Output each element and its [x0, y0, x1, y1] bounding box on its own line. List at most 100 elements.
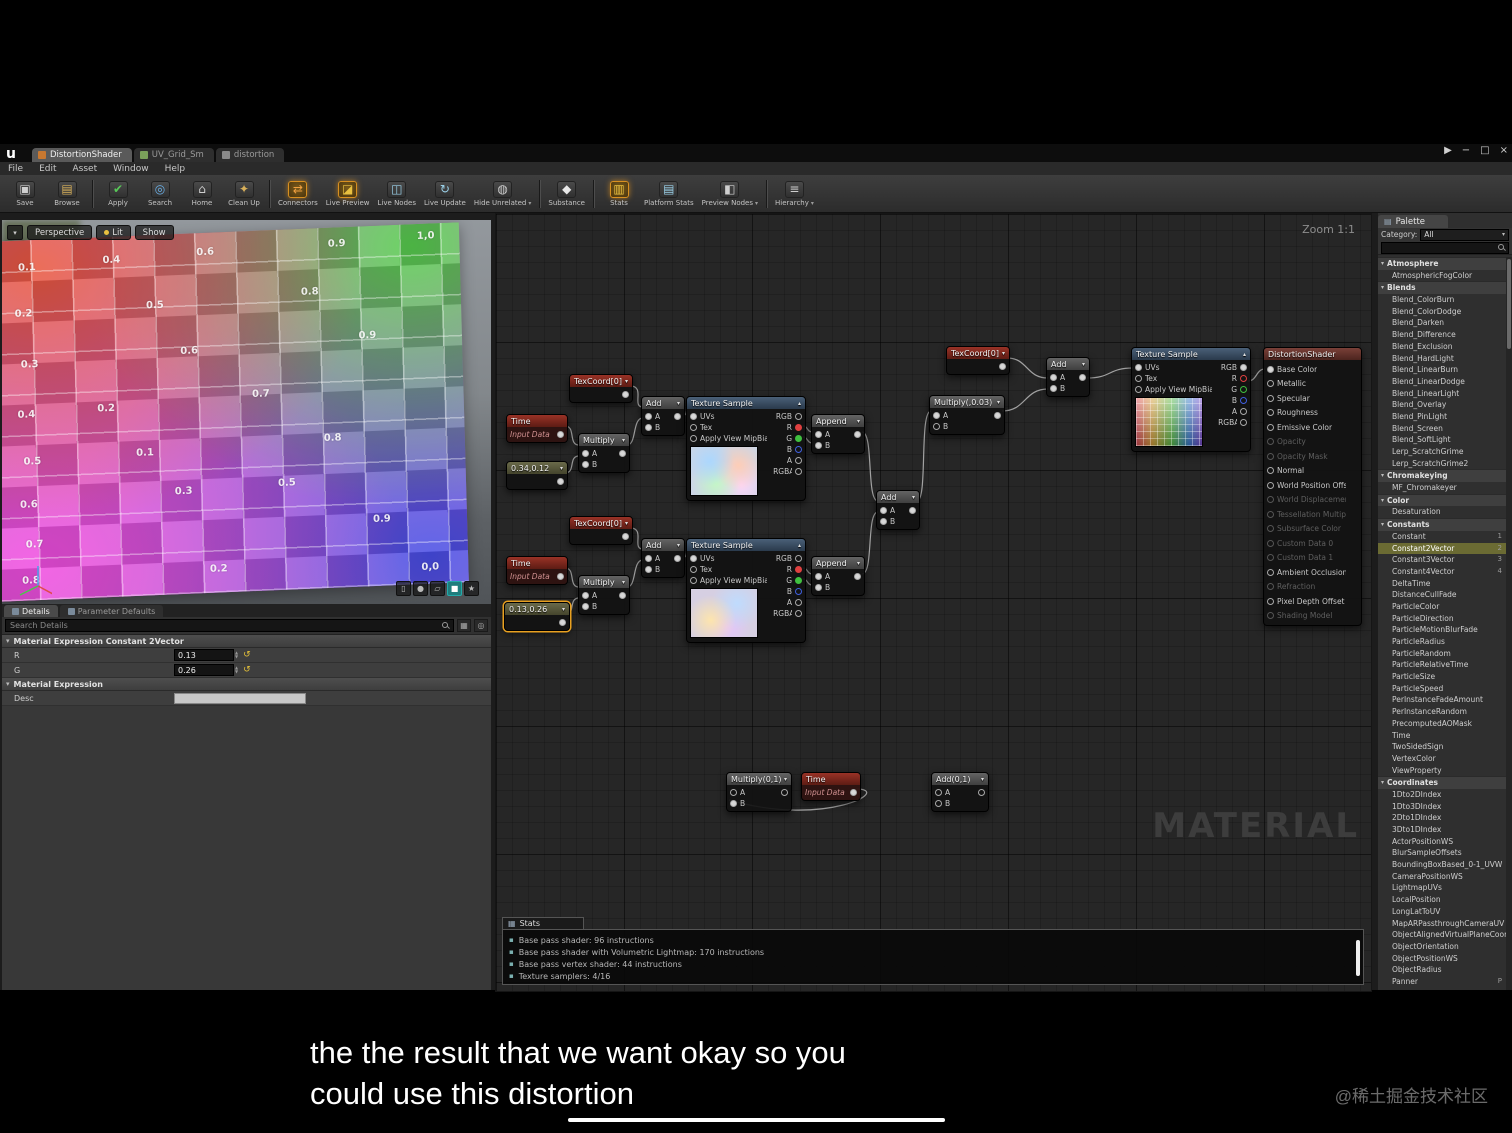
- palette-item-2dto1dindex[interactable]: 2Dto1DIndex: [1378, 812, 1506, 824]
- input-pin-subsurface-color[interactable]: [1267, 525, 1274, 533]
- collapse-icon[interactable]: ▾: [674, 542, 680, 549]
- palette-item-1dto3dindex[interactable]: 1Dto3DIndex: [1378, 801, 1506, 813]
- output-pin-out[interactable]: [674, 413, 681, 420]
- palette-item-lerp-scratchgrime[interactable]: Lerp_ScratchGrime: [1378, 446, 1506, 458]
- output-pin-a[interactable]: [1240, 408, 1247, 415]
- input-pin-opacity-mask[interactable]: [1267, 452, 1274, 460]
- palette-tab[interactable]: ▤ Palette: [1378, 215, 1448, 228]
- palette-item-constant4vector[interactable]: Constant4Vector 4: [1378, 566, 1506, 578]
- palette-item-twosidedsign[interactable]: TwoSidedSign: [1378, 741, 1506, 753]
- menu-edit[interactable]: Edit: [31, 164, 64, 174]
- palette-item-vertexcolor[interactable]: VertexColor: [1378, 753, 1506, 765]
- input-pin-a[interactable]: [582, 450, 589, 457]
- toolbar-home-button[interactable]: ⌂ Home: [181, 180, 223, 207]
- palette-item-blend-linearlight[interactable]: Blend_LinearLight: [1378, 388, 1506, 400]
- input-pin-a[interactable]: [645, 413, 652, 420]
- palette-item-blend-colordodge[interactable]: Blend_ColorDodge: [1378, 306, 1506, 318]
- toolbar-live-nodes-button[interactable]: ◫ Live Nodes: [374, 180, 420, 207]
- node-add-a[interactable]: Add ▾ A B: [641, 396, 685, 436]
- spinner-icon[interactable]: ▲ ▼: [235, 666, 238, 674]
- palette-item-blend-difference[interactable]: Blend_Difference: [1378, 329, 1506, 341]
- palette-item-actorpositionws[interactable]: ActorPositionWS: [1378, 836, 1506, 848]
- palette-item-boundingboxbased-0-1-uvw[interactable]: BoundingBoxBased_0-1_UVW: [1378, 859, 1506, 871]
- tab-details[interactable]: Details: [4, 605, 58, 617]
- palette-item-particlerelativetime[interactable]: ParticleRelativeTime: [1378, 659, 1506, 671]
- palette-item-lerp-scratchgrime2[interactable]: Lerp_ScratchGrime2: [1378, 458, 1506, 470]
- palette-item-perinstancefadeamount[interactable]: PerInstanceFadeAmount: [1378, 694, 1506, 706]
- preview-cylinder-button[interactable]: ▯: [396, 581, 411, 596]
- toolbar-save-button[interactable]: ▣ Save: [4, 180, 46, 207]
- palette-scrollbar[interactable]: [1506, 257, 1512, 990]
- node-distortionshader[interactable]: DistortionShader Base Color Metallic Specul…: [1263, 347, 1362, 626]
- output-pin-out[interactable]: [909, 507, 916, 514]
- input-pin-a[interactable]: [933, 412, 940, 419]
- node-time-c[interactable]: Time Input Data: [801, 772, 861, 801]
- node-texcoord-0-b[interactable]: TexCoord[0] ▾: [569, 516, 633, 545]
- input-pin-world-position-offset[interactable]: [1267, 481, 1274, 489]
- menu-file[interactable]: File: [0, 164, 31, 174]
- collapse-icon[interactable]: ▾: [619, 579, 625, 586]
- input-pin-a[interactable]: [1050, 374, 1057, 381]
- scrollbar-thumb[interactable]: [1507, 259, 1511, 349]
- input-pin-b[interactable]: [730, 800, 737, 807]
- input-pin-a[interactable]: [880, 507, 887, 514]
- details-section-constant2vector[interactable]: ▾ Material Expression Constant 2Vector: [2, 635, 491, 648]
- collapse-icon[interactable]: ▾: [781, 776, 787, 783]
- node-multiply-01[interactable]: Multiply(0,1) ▾ A B: [726, 772, 792, 812]
- viewport-panel[interactable]: 0.1 0.4 0.6 0.9 1,0 0.2 0.5 0.8 0.3 0.6 0.9 0.4 0.2 0…: [2, 220, 491, 604]
- output-pin-rgba[interactable]: [795, 468, 802, 475]
- output-pin-rgb[interactable]: [1240, 364, 1247, 371]
- category-dropdown[interactable]: All ▾: [1420, 228, 1509, 241]
- collapse-icon[interactable]: ▾: [994, 399, 1000, 406]
- output-pin-r[interactable]: [1240, 375, 1247, 382]
- palette-item-blend-hardlight[interactable]: Blend_HardLight: [1378, 353, 1506, 365]
- preview-custom-mesh-button[interactable]: ★: [464, 581, 479, 596]
- input-pin-tex[interactable]: [690, 424, 697, 431]
- palette-item-blursampleoffsets[interactable]: BlurSampleOffsets: [1378, 847, 1506, 859]
- details-section-material-expression[interactable]: ▾ Material Expression: [2, 678, 491, 691]
- toolbar-connectors-button[interactable]: ⇄ Connectors: [274, 180, 322, 207]
- minimize-button[interactable]: −: [1462, 145, 1470, 156]
- collapse-icon[interactable]: ▾: [674, 400, 680, 407]
- input-pin-b[interactable]: [645, 566, 652, 573]
- collapse-icon[interactable]: ▾: [999, 350, 1005, 357]
- output-pin-b[interactable]: [795, 588, 802, 595]
- output-pin-out[interactable]: [999, 363, 1006, 370]
- palette-item-particlerandom[interactable]: ParticleRandom: [1378, 648, 1506, 660]
- toolbar-hide-unrelated-button[interactable]: ◍ Hide Unrelated ▾: [470, 180, 536, 207]
- input-pin-a[interactable]: [815, 431, 822, 438]
- output-pin-r[interactable]: [795, 566, 802, 573]
- output-pin-out[interactable]: [978, 789, 985, 796]
- palette-category-atmosphere[interactable]: ▾ Atmosphere: [1378, 257, 1506, 270]
- collapse-icon[interactable]: ▾: [559, 606, 565, 613]
- input-pin-b[interactable]: [933, 423, 940, 430]
- collapse-icon[interactable]: ▾: [909, 494, 915, 501]
- input-pin-tessellation-multiplier[interactable]: [1267, 510, 1274, 518]
- collapse-icon[interactable]: ▴: [795, 400, 801, 407]
- input-pin-tex[interactable]: [1135, 375, 1142, 382]
- input-pin-apply-view-mipbias[interactable]: [690, 577, 697, 584]
- input-pin-normal[interactable]: [1267, 467, 1274, 475]
- output-pin-out[interactable]: [622, 391, 629, 398]
- input-pin-a[interactable]: [730, 789, 737, 796]
- node-add-b[interactable]: Add ▾ A B: [641, 538, 685, 578]
- material-graph-panel[interactable]: Zoom 1:1 TexCoord[0] ▾ Time Input Data Multi…: [495, 213, 1372, 992]
- collapse-icon[interactable]: ▾: [854, 418, 860, 425]
- output-pin-g[interactable]: [795, 577, 802, 584]
- stats-scrollbar[interactable]: [1356, 940, 1360, 976]
- node-time-b[interactable]: Time Input Data: [506, 556, 568, 585]
- close-button[interactable]: ×: [1500, 145, 1508, 156]
- toolbar-preview-nodes-button[interactable]: ◧ Preview Nodes ▾: [698, 180, 762, 207]
- node-append-b[interactable]: Append ▾ A B: [811, 556, 865, 596]
- collapse-icon[interactable]: ▾: [978, 776, 984, 783]
- input-pin-pixel-depth-offset[interactable]: [1267, 597, 1274, 605]
- palette-item-blend-colorburn[interactable]: Blend_ColorBurn: [1378, 294, 1506, 306]
- input-pin-b[interactable]: [645, 424, 652, 431]
- output-pin-out[interactable]: [1079, 374, 1086, 381]
- input-pin-b[interactable]: [1050, 385, 1057, 392]
- palette-item-particlesize[interactable]: ParticleSize: [1378, 671, 1506, 683]
- palette-item-particledirection[interactable]: ParticleDirection: [1378, 613, 1506, 625]
- node-append-a[interactable]: Append ▾ A B: [811, 414, 865, 454]
- input-pin-a[interactable]: [645, 555, 652, 562]
- output-pin-rgba[interactable]: [1240, 419, 1247, 426]
